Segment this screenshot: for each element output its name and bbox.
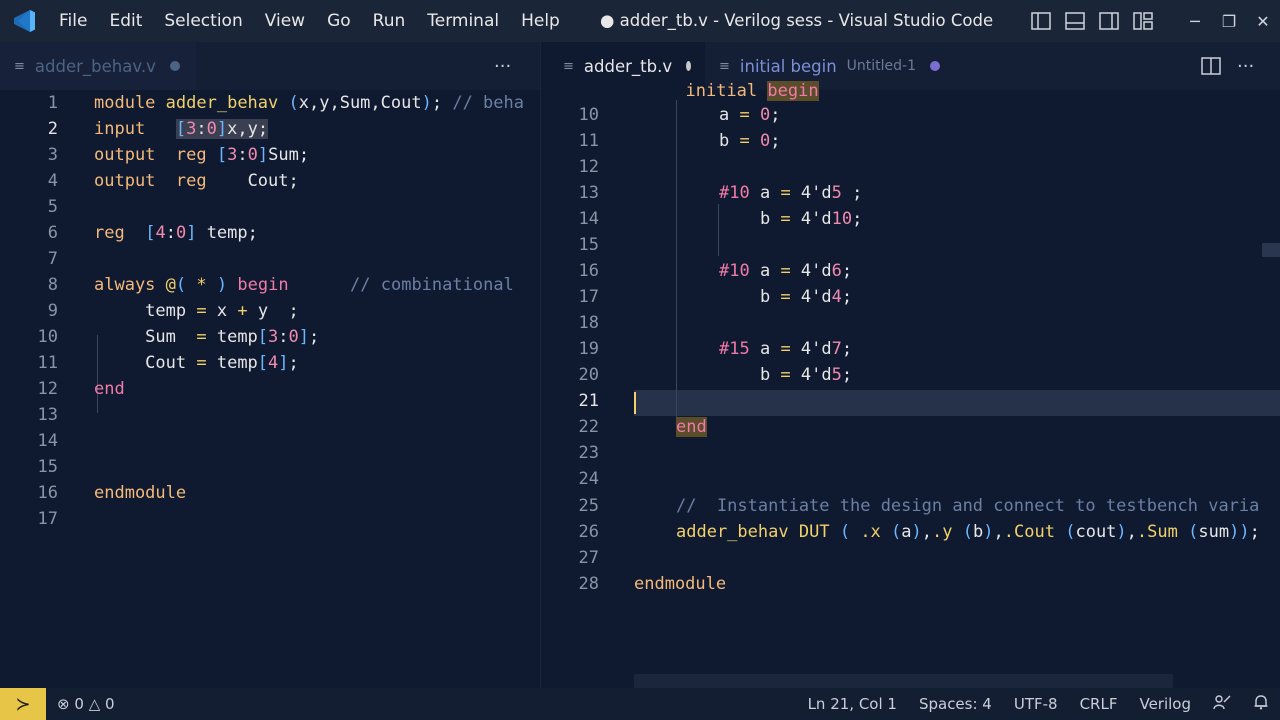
menu-view[interactable]: View	[254, 0, 316, 42]
layout-sidebar-icon[interactable]	[1024, 0, 1058, 42]
close-icon[interactable]: ✕	[1246, 0, 1280, 42]
menu-selection[interactable]: Selection	[153, 0, 253, 42]
tab-detail: Untitled-1	[846, 58, 917, 74]
menu-run[interactable]: Run	[362, 0, 417, 42]
encoding[interactable]: UTF-8	[1003, 695, 1069, 713]
unsaved-dot-icon[interactable]	[930, 61, 941, 71]
menu-bar: File Edit Selection View Go Run Terminal…	[48, 0, 571, 42]
customize-layout-icon[interactable]	[1126, 0, 1160, 42]
tab-label: adder_behav.v	[34, 56, 156, 76]
horizontal-scrollbar[interactable]	[634, 674, 1173, 688]
status-bar: ≻ ⊗ 0 △ 0 Ln 21, Col 1 Spaces: 4 UTF-8 C…	[0, 688, 1280, 720]
warning-icon: △	[88, 695, 101, 713]
more-actions-icon[interactable]: ···	[494, 42, 511, 90]
file-lines-icon: ≡	[563, 58, 574, 74]
cursor-position[interactable]: Ln 21, Col 1	[797, 695, 908, 713]
file-lines-icon: ≡	[719, 58, 730, 74]
window-title: ● adder_tb.v - Verilog sess - Visual Stu…	[600, 11, 994, 30]
menu-file[interactable]: File	[48, 0, 98, 42]
indentation[interactable]: Spaces: 4	[908, 695, 1003, 713]
vscode-logo-icon	[0, 0, 48, 42]
file-lines-icon: ≡	[14, 58, 25, 74]
notifications-bell-icon[interactable]	[1242, 694, 1280, 714]
language-mode[interactable]: Verilog	[1128, 695, 1202, 713]
menu-help[interactable]: Help	[510, 0, 571, 42]
tab-label: initial begin	[739, 56, 837, 76]
tab-adder-behav[interactable]: ≡ adder_behav.v	[0, 42, 196, 90]
error-count: 0	[74, 695, 84, 713]
unsaved-dot-icon[interactable]	[169, 61, 180, 71]
remote-indicator-icon[interactable]: ≻	[0, 688, 46, 720]
feedback-icon[interactable]	[1202, 694, 1242, 714]
tab-label: adder_tb.v	[583, 56, 673, 76]
menu-edit[interactable]: Edit	[98, 0, 153, 42]
tab-bar-left: ≡ adder_behav.v ···	[0, 42, 541, 90]
menu-go[interactable]: Go	[316, 0, 362, 42]
editor-group-left: ≡ adder_behav.v ··· 1 module adder_behav …	[0, 42, 541, 688]
editor-group-right: ≡ adder_tb.v ≡ initial begin Untitled-1 …	[541, 42, 1280, 688]
warning-count: 0	[105, 695, 115, 713]
layout-panel-icon[interactable]	[1058, 0, 1092, 42]
unsaved-dot-icon[interactable]	[686, 61, 691, 71]
restore-icon[interactable]: ❐	[1212, 0, 1246, 42]
code-editor-right[interactable]: initial begin 10 a = 0; 11 b = 0; 12 13 #10…	[541, 81, 1280, 688]
title-bar: File Edit Selection View Go Run Terminal…	[0, 0, 1280, 42]
problems-indicator[interactable]: ⊗ 0 △ 0	[46, 695, 126, 713]
error-icon: ⊗	[57, 695, 70, 713]
end-of-line[interactable]: CRLF	[1069, 695, 1129, 713]
scrollbar-thumb[interactable]	[1262, 243, 1280, 257]
menu-terminal[interactable]: Terminal	[416, 0, 510, 42]
minimize-icon[interactable]: ─	[1178, 0, 1212, 42]
code-editor-left[interactable]: 1 module adder_behav (x,y,Sum,Cout); // b…	[0, 90, 541, 688]
layout-secondary-icon[interactable]	[1092, 0, 1126, 42]
